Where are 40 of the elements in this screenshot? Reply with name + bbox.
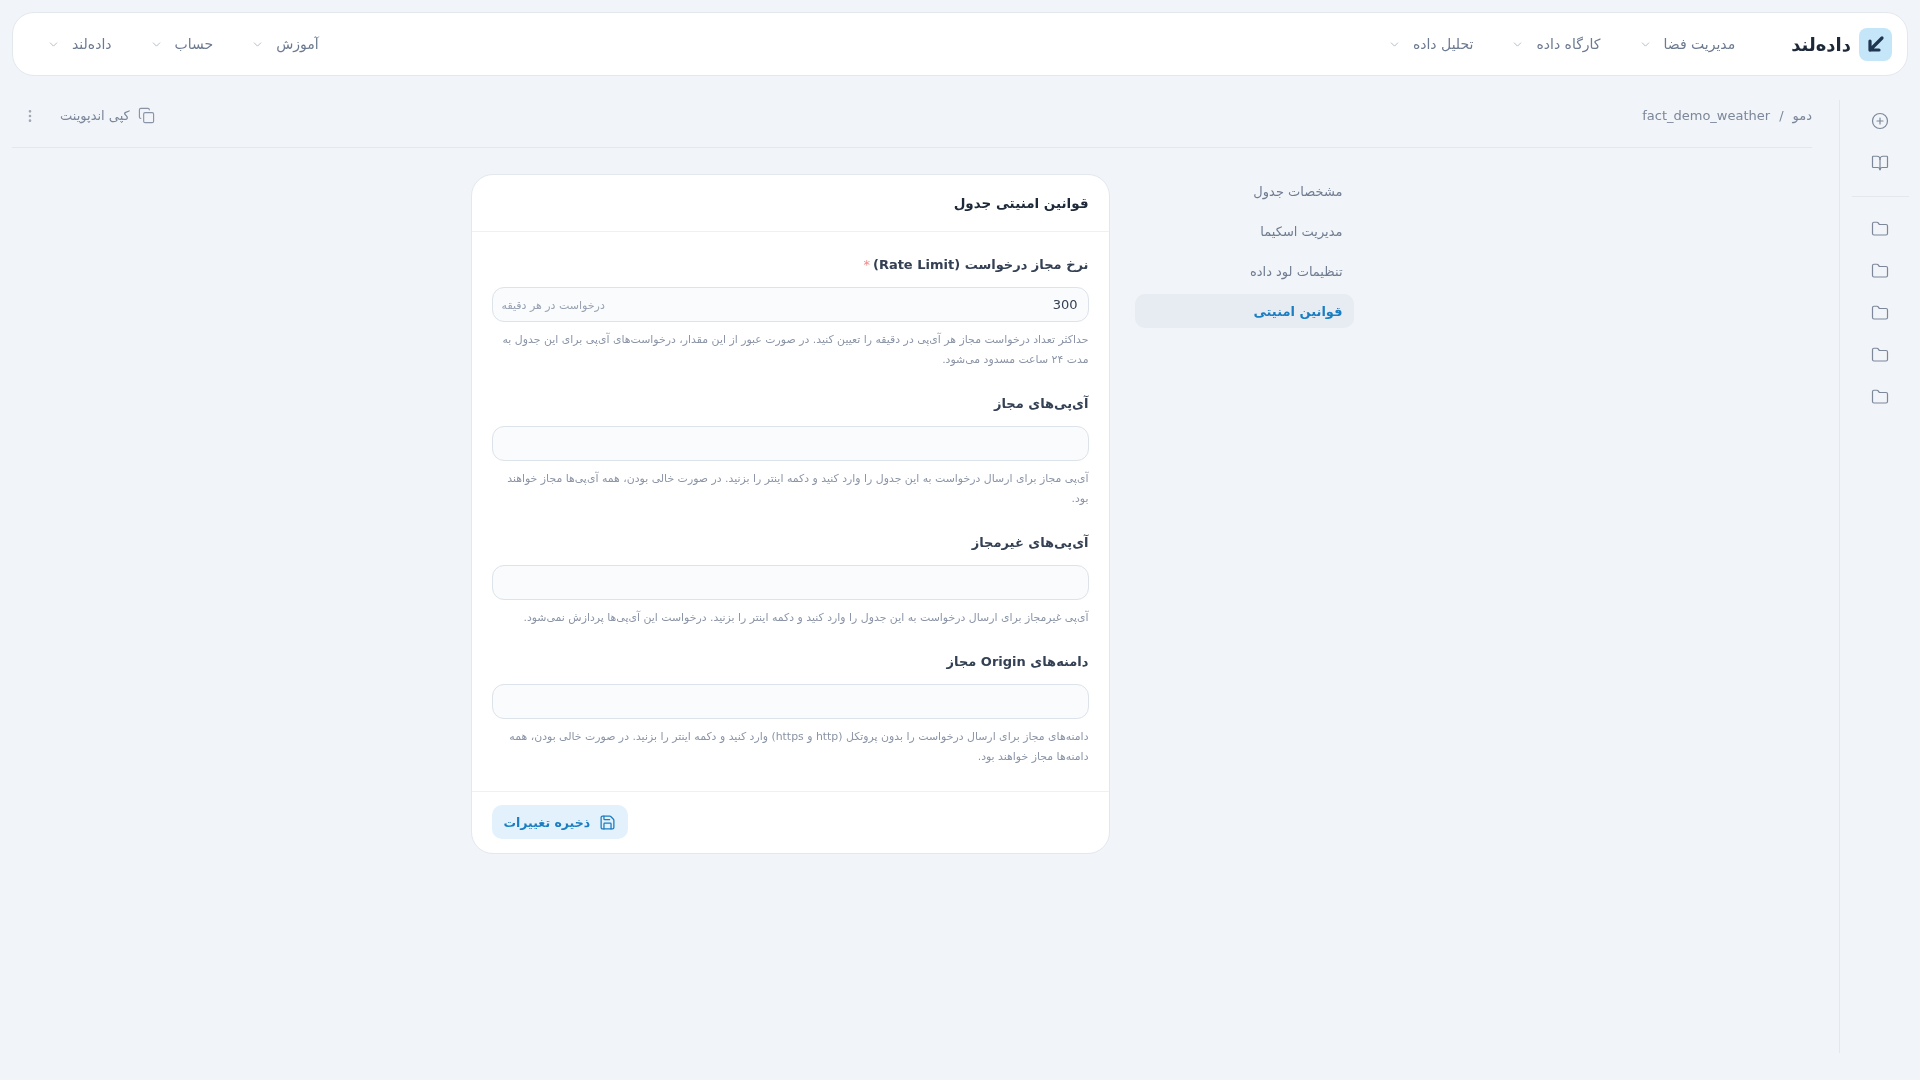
nav-menu-button[interactable]: حساب (149, 36, 214, 52)
folder-icon[interactable] (1871, 304, 1889, 322)
folder-icon[interactable] (1871, 346, 1889, 364)
help-text: آی‌پی غیرمجاز برای ارسال درخواست به این جدول را وارد کنید و دکمه اینتر را بزنید. درخواست این آی‌پی‌ها پردازش نمی‌شود. (522, 609, 1089, 626)
side-menu-item[interactable]: تنظیمات لود داده (1134, 254, 1354, 288)
nav-menu-button[interactable]: کارگاه داده (1511, 36, 1601, 52)
book-icon[interactable] (1871, 154, 1889, 172)
logo-text: داده‌لند (1791, 33, 1851, 55)
input-field[interactable] (491, 565, 1089, 600)
required-mark: * (863, 256, 870, 272)
help-text: آی‌پی مجاز برای ارسال درخواست به این جدول را وارد کنید و دکمه اینتر را بزنید. در صورت خالی بودن، همه آی‌پی‌ها مجاز خواهند بود. (506, 470, 1089, 507)
side-menu-item[interactable]: قوانین امنیتی (1134, 294, 1354, 328)
help-text: دامنه‌های مجاز برای ارسال درخواست را بدون پروتکل (http و https) وارد کنید و دکمه اینتر را بزنید. در صورت خالی بودن، همه دامنه‌ها مجاز خواهند بود. (508, 729, 1089, 765)
folder-icon[interactable] (1871, 262, 1889, 280)
input-field[interactable] (491, 426, 1089, 461)
breadcrumb-separator: / (1779, 108, 1784, 123)
unit-label: درخواست در هر دقیقه (501, 298, 605, 311)
breadcrumb-current: fact_demo_weather (1642, 108, 1771, 123)
logo-icon (1859, 27, 1892, 61)
field-label: دامنه‌های Origin مجاز (946, 653, 1089, 669)
field-label: آی‌پی‌های مجاز (993, 395, 1089, 411)
side-menu-item[interactable]: مدیریت اسکیما (1134, 214, 1354, 248)
side-menu-item[interactable]: مشخصات جدول (1134, 174, 1354, 208)
help-text: حداکثر تعداد درخواست مجاز هر آی‌پی در دقیقه را تعیین کنید. در صورت عبور از این مقدار، درخواست‌های آی‌پی برای این جدول به مدت ۲۴ ساعت مسدود می‌شود. (501, 331, 1089, 368)
nav-menu-button[interactable]: مدیریت فضا (1638, 36, 1736, 52)
save-icon (599, 813, 617, 831)
nav-menu-button[interactable]: آموزش (251, 36, 319, 52)
copy-icon (137, 107, 155, 124)
folder-icon[interactable] (1871, 220, 1889, 238)
field-label: نرخ مجاز درخواست (Rate Limit) (872, 256, 1089, 272)
field-label: آی‌پی‌های غیرمجاز (971, 534, 1089, 550)
breadcrumb-link[interactable]: دمو (1792, 108, 1812, 123)
folder-icon[interactable] (1871, 388, 1889, 406)
nav-menu-button[interactable]: تحلیل داده (1387, 36, 1474, 52)
add-circle-icon[interactable] (1871, 112, 1889, 130)
copy-endpoint-button[interactable]: کپی اندپوینت (60, 107, 155, 124)
save-button[interactable]: ذخیره تغییرات (491, 805, 629, 839)
nav-menu-button[interactable]: داده‌لند (47, 36, 112, 52)
card-title: قوانین امنیتی جدول (953, 195, 1089, 211)
input-field[interactable] (491, 684, 1089, 719)
